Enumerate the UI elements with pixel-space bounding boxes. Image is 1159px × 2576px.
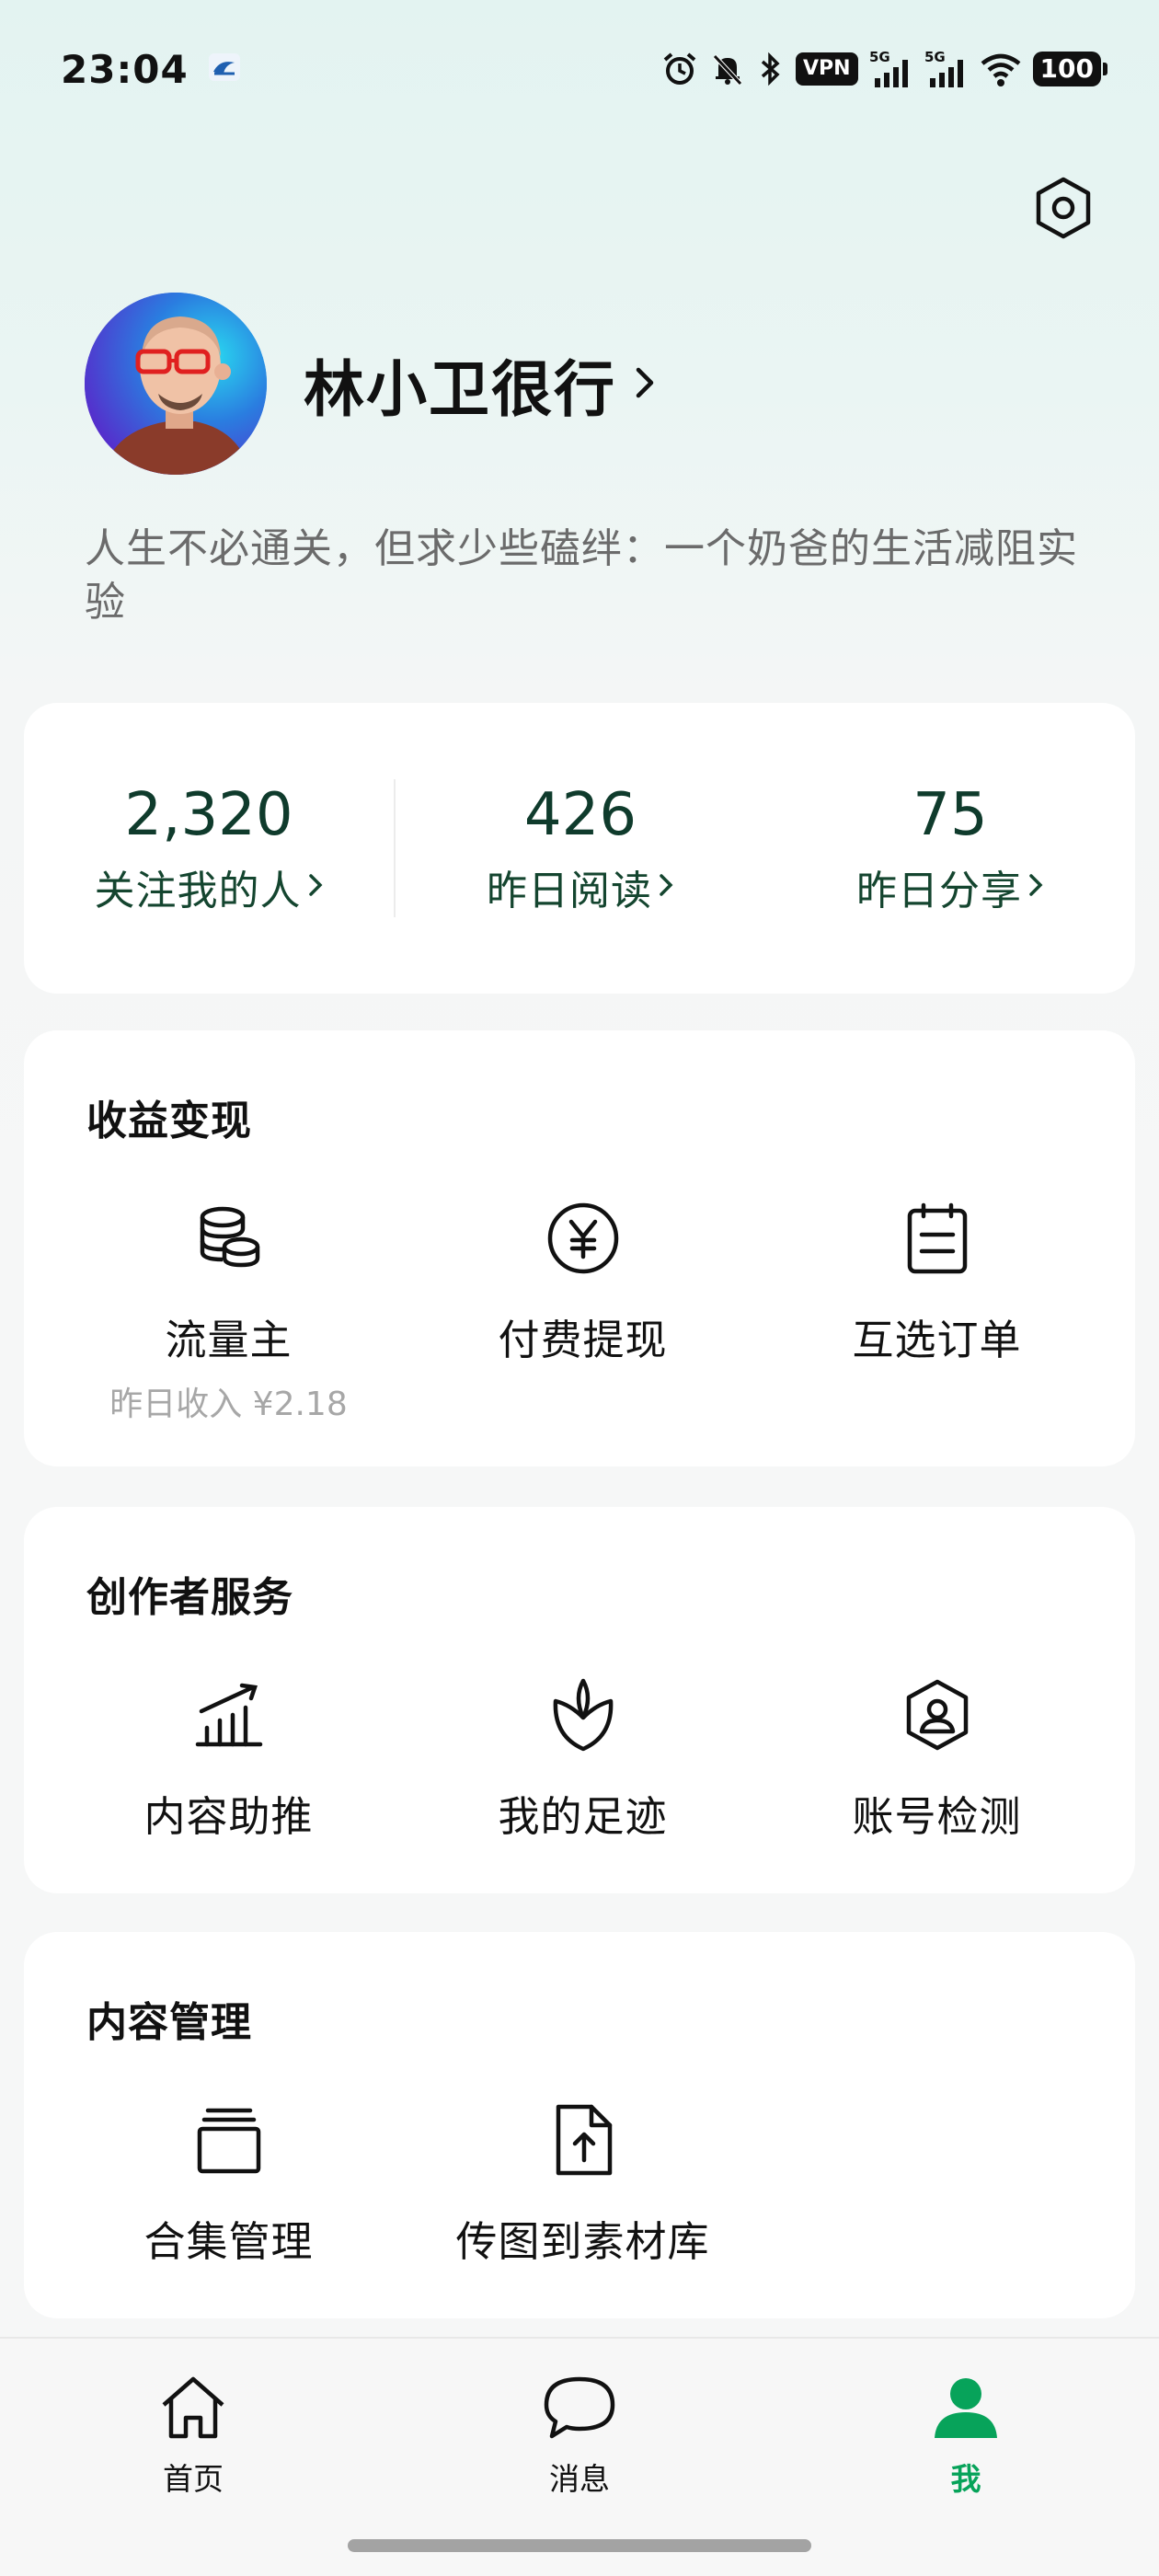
settings-button[interactable] <box>1028 175 1098 245</box>
status-bar: 23:04 VPN 5G 5G 100 <box>0 0 1159 138</box>
status-right: VPN 5G 5G 100 <box>661 49 1107 89</box>
grid-label: 互选订单 <box>852 1316 1022 1364</box>
grid-label: 传图到素材库 <box>455 2217 710 2266</box>
tab-home[interactable]: 首页 <box>74 2375 313 2499</box>
icon-wrap <box>553 2098 614 2186</box>
creator-title: 创作者服务 <box>86 1574 293 1621</box>
icon-wrap <box>546 1196 620 1284</box>
account-check-button[interactable]: 账号检测 <box>760 1673 1114 1843</box>
tab-label: 首页 <box>163 2461 224 2497</box>
person-icon <box>931 2375 1001 2444</box>
chevron-right-icon <box>307 871 324 903</box>
home-indicator[interactable] <box>348 2539 811 2552</box>
grid-label: 我的足迹 <box>498 1792 668 1841</box>
vpn-badge: VPN <box>795 52 858 86</box>
grid-label: 付费提现 <box>498 1316 668 1364</box>
stats-card: 2,320 关注我的人 426 昨日阅读 75 昨日分享 <box>24 703 1135 994</box>
content-title: 内容管理 <box>86 1999 252 2046</box>
tab-label: 我 <box>950 2461 981 2497</box>
leaf-icon <box>550 1677 616 1756</box>
stat-followers[interactable]: 2,320 关注我的人 <box>24 780 394 916</box>
bluetooth-icon <box>757 51 785 87</box>
profile-name: 林小卫很行 <box>304 354 616 425</box>
wifi-icon <box>980 51 1022 87</box>
creator-services-card: 创作者服务 内容助推 我的足迹 账号检测 <box>24 1507 1135 1893</box>
content-management-card: 内容管理 合集管理 传图到素材库 <box>24 1932 1135 2318</box>
svg-text:5G: 5G <box>869 49 890 65</box>
battery-level: 100 <box>1032 52 1101 86</box>
grid-label: 合集管理 <box>143 2217 314 2266</box>
user-shield-icon <box>903 1678 971 1755</box>
chevron-right-icon <box>1027 871 1044 903</box>
earnings-grid: 流量主 昨日收入 ¥2.18 付费提现 互选订单 <box>24 1196 1135 1425</box>
creator-grid: 内容助推 我的足迹 账号检测 <box>24 1673 1135 1843</box>
mute-bell-icon <box>709 51 746 87</box>
app-notification-icon <box>208 53 240 85</box>
stat-label-row: 关注我的人 <box>95 857 324 916</box>
stat-shares[interactable]: 75 昨日分享 <box>765 780 1135 916</box>
collection-manage-button[interactable]: 合集管理 <box>52 2098 406 2268</box>
grid-label: 账号检测 <box>852 1792 1022 1841</box>
coins-icon <box>195 1204 263 1276</box>
stat-label: 关注我的人 <box>94 868 302 914</box>
svg-text:5G: 5G <box>924 49 946 65</box>
stack-icon <box>195 2105 263 2179</box>
yen-circle-icon <box>546 1202 620 1279</box>
alarm-icon <box>661 51 698 87</box>
stat-value: 2,320 <box>124 781 293 849</box>
avatar-illustration <box>85 293 267 475</box>
my-footprint-button[interactable]: 我的足迹 <box>406 1673 760 1843</box>
stat-label: 昨日分享 <box>856 868 1022 914</box>
stat-label-row: 昨日阅读 <box>487 857 674 916</box>
signal-5g-icon-2: 5G <box>924 49 969 89</box>
content-grid: 合集管理 传图到素材库 <box>24 2098 1135 2268</box>
tab-me[interactable]: 我 <box>846 2375 1085 2499</box>
tab-messages[interactable]: 消息 <box>460 2375 699 2499</box>
profile-bio: 人生不必通关，但求少些磕绊：一个奶爸的生活减阻实验 <box>85 525 1078 626</box>
icon-wrap <box>194 1673 264 1761</box>
upload-file-icon <box>553 2103 614 2180</box>
status-left: 23:04 <box>61 47 240 92</box>
earnings-card: 收益变现 流量主 昨日收入 ¥2.18 付费提现 互选订单 <box>24 1030 1135 1466</box>
growth-chart-icon <box>194 1680 264 1754</box>
icon-wrap <box>550 1673 616 1761</box>
signal-5g-icon: 5G <box>869 49 913 89</box>
grid-label: 流量主 <box>165 1316 293 1364</box>
upload-to-library-button[interactable]: 传图到素材库 <box>406 2098 760 2268</box>
icon-wrap <box>195 2098 263 2186</box>
stat-reads[interactable]: 426 昨日阅读 <box>396 780 765 916</box>
grid-label: 内容助推 <box>143 1792 314 1841</box>
earnings-title: 收益变现 <box>86 1098 252 1144</box>
battery-indicator: 100 <box>1032 52 1107 86</box>
profile-name-link[interactable]: 林小卫很行 <box>304 342 657 427</box>
battery-cap <box>1103 63 1107 75</box>
mutual-order-button[interactable]: 互选订单 <box>760 1196 1114 1425</box>
chevron-right-icon <box>633 362 657 407</box>
icon-wrap <box>195 1196 263 1284</box>
stat-value: 426 <box>523 781 637 849</box>
profile-page: 23:04 VPN 5G 5G 100 林小卫很行 人生不必通关，但求少些磕绊：… <box>0 0 1159 2576</box>
status-time: 23:04 <box>61 46 189 92</box>
yesterday-income: 昨日收入 ¥2.18 <box>109 1386 348 1423</box>
icon-wrap <box>903 1673 971 1761</box>
avatar[interactable] <box>85 293 267 475</box>
tab-label: 消息 <box>549 2461 610 2497</box>
clipboard-icon <box>905 1202 970 1279</box>
chevron-right-icon <box>658 871 674 903</box>
icon-wrap <box>905 1196 970 1284</box>
content-boost-button[interactable]: 内容助推 <box>52 1673 406 1843</box>
stat-label-row: 昨日分享 <box>856 857 1044 916</box>
stat-value: 75 <box>912 781 988 849</box>
chat-bubble-icon <box>543 2375 616 2444</box>
settings-hexagon-icon <box>1033 176 1094 244</box>
paid-withdraw-button[interactable]: 付费提现 <box>406 1196 760 1425</box>
traffic-master-button[interactable]: 流量主 昨日收入 ¥2.18 <box>52 1196 406 1425</box>
stat-label: 昨日阅读 <box>487 868 652 914</box>
home-icon <box>158 2375 228 2444</box>
